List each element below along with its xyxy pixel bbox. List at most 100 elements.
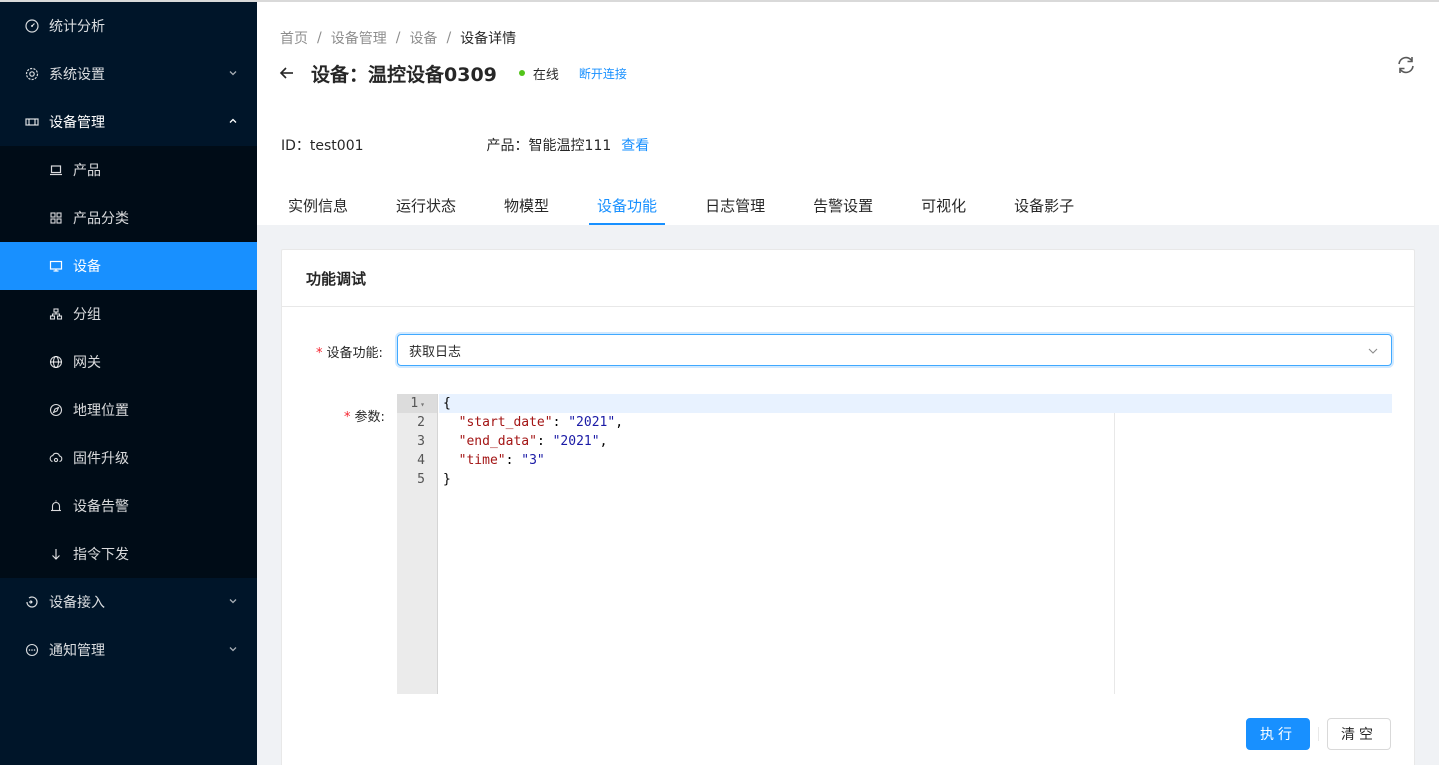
sidebar-item-firmware[interactable]: 固件升级 — [0, 434, 257, 482]
code-line: { — [439, 394, 1392, 413]
chevron-down-icon — [1368, 348, 1378, 354]
sidebar-item-label: 通知管理 — [49, 643, 105, 659]
tab-device-shadow[interactable]: 设备影子 — [1006, 188, 1082, 225]
print-margin — [1114, 413, 1115, 694]
device-info-row: ID：test001 产品：智能温控111 查看 — [281, 135, 649, 155]
line-number: 4 — [417, 453, 425, 468]
sidebar-item-device-alarm[interactable]: 设备告警 — [0, 482, 257, 530]
breadcrumb-device-management[interactable]: 设备管理 — [331, 28, 387, 48]
sidebar-item-device-access[interactable]: 设备接入 — [0, 578, 257, 626]
breadcrumb-device[interactable]: 设备 — [409, 28, 437, 48]
clear-button[interactable]: 清空 — [1327, 718, 1391, 750]
sidebar-item-label: 设备接入 — [49, 595, 105, 611]
tab-alarm-settings[interactable]: 告警设置 — [805, 188, 881, 225]
function-select-value: 获取日志 — [409, 344, 462, 360]
function-label: * 设备功能: — [316, 342, 383, 361]
dashboard-icon — [24, 18, 40, 34]
code-line: "start_date": "2021", — [458, 415, 624, 430]
sidebar-item-label: 地理位置 — [73, 403, 129, 419]
page-header: 首页 / 设备管理 / 设备 / 设备详情 设备：温控设备0309 在线 断开连… — [257, 2, 1439, 225]
sidebar-item-label: 系统设置 — [49, 67, 105, 83]
function-select[interactable]: 获取日志 — [397, 334, 1392, 366]
line-number: 2 — [417, 415, 425, 430]
sidebar-item-label: 设备管理 — [49, 115, 105, 131]
sidebar-item-label: 统计分析 — [49, 19, 105, 35]
arrow-down-icon — [48, 546, 64, 562]
refresh-icon[interactable] — [1395, 54, 1417, 76]
sidebar-item-device-management[interactable]: 设备管理 — [0, 98, 257, 146]
gear-icon — [24, 66, 40, 82]
sidebar-item-label: 产品分类 — [73, 211, 129, 227]
back-arrow-icon[interactable] — [279, 64, 297, 82]
line-number: 1 ▾ — [397, 394, 437, 413]
laptop-icon — [48, 162, 64, 178]
detail-tabs: 实例信息 运行状态 物模型 设备功能 日志管理 告警设置 可视化 设备影子 — [280, 188, 1114, 225]
page-title: 设备：温控设备0309 — [311, 63, 497, 86]
tab-thing-model[interactable]: 物模型 — [496, 188, 557, 225]
breadcrumb-device-detail: 设备详情 — [460, 31, 517, 47]
sidebar-item-product-category[interactable]: 产品分类 — [0, 194, 257, 242]
tab-log-management[interactable]: 日志管理 — [697, 188, 773, 225]
sidebar-item-group[interactable]: 分组 — [0, 290, 257, 338]
sidebar-item-notification[interactable]: 通知管理 — [0, 626, 257, 674]
tab-running-status[interactable]: 运行状态 — [388, 188, 464, 225]
sidebar-item-label: 网关 — [73, 355, 101, 371]
params-label-text: 参数: — [354, 410, 385, 425]
tab-device-function[interactable]: 设备功能 — [589, 188, 666, 225]
tab-instance-info[interactable]: 实例信息 — [280, 188, 356, 225]
apps-icon — [48, 210, 64, 226]
required-mark: * — [316, 346, 323, 361]
tab-visualization[interactable]: 可视化 — [913, 188, 974, 225]
cloud-sync-icon — [48, 450, 64, 466]
device-manage-icon — [24, 114, 40, 130]
breadcrumb: 首页 / 设备管理 / 设备 / 设备详情 — [280, 28, 516, 48]
chevron-down-icon — [229, 71, 237, 76]
editor-content[interactable]: { "start_date": "2021", "end_data": "202… — [439, 394, 1392, 489]
sidebar-item-system-settings[interactable]: 系统设置 — [0, 50, 257, 98]
sidebar-item-label: 产品 — [73, 163, 101, 179]
monitor-icon — [48, 258, 64, 274]
sidebar-item-gateway[interactable]: 网关 — [0, 338, 257, 386]
code-line: "end_data": "2021", — [458, 434, 608, 449]
disconnect-link[interactable]: 断开连接 — [579, 65, 627, 82]
chevron-down-icon — [229, 599, 237, 604]
message-icon — [24, 642, 40, 658]
cluster-icon — [48, 306, 64, 322]
params-label: * 参数: — [344, 406, 385, 425]
sidebar-item-device[interactable]: 设备 — [0, 242, 257, 290]
view-product-link[interactable]: 查看 — [621, 135, 649, 155]
status-badge: 在线 — [532, 67, 559, 83]
sidebar-item-label: 分组 — [73, 307, 101, 323]
chevron-down-icon — [229, 647, 237, 652]
line-number: 5 — [417, 472, 425, 487]
alarm-icon — [48, 498, 64, 514]
compass-icon — [48, 402, 64, 418]
execute-button[interactable]: 执行 — [1246, 718, 1310, 750]
device-id: ID：test001 — [281, 138, 364, 154]
code-line: } — [443, 472, 451, 487]
card-title: 功能调试 — [282, 250, 1414, 307]
code-line: "time": "3" — [458, 453, 545, 468]
sidebar-item-label: 指令下发 — [73, 547, 129, 563]
params-code-editor[interactable]: 1 ▾ 2 3 4 5 { "start_date": "2021", "end_… — [397, 394, 1392, 694]
sidebar-item-label: 固件升级 — [73, 451, 129, 467]
sidebar: 统计分析 系统设置 设备管理 产品 产品分类 设备 分组 网关 地理位置 固件升… — [0, 0, 257, 765]
breadcrumb-home[interactable]: 首页 — [280, 28, 308, 48]
sidebar-item-product[interactable]: 产品 — [0, 146, 257, 194]
globe-icon — [48, 354, 64, 370]
breadcrumb-separator: / — [317, 30, 322, 46]
sidebar-item-command[interactable]: 指令下发 — [0, 530, 257, 578]
sidebar-item-statistics[interactable]: 统计分析 — [0, 2, 257, 50]
editor-gutter: 1 ▾ 2 3 4 5 — [397, 394, 438, 694]
device-submenu: 产品 产品分类 设备 分组 网关 地理位置 固件升级 设备告警 指令下发 — [0, 146, 257, 578]
sidebar-item-label: 设备 — [73, 259, 101, 275]
button-divider — [1318, 727, 1319, 741]
device-product: 产品：智能温控111 — [486, 138, 612, 154]
function-debug-card: 功能调试 * 设备功能: 获取日志 * 参数: 1 ▾ 2 3 4 5 { "star… — [281, 249, 1415, 765]
title-row: 设备：温控设备0309 在线 断开连接 — [279, 59, 627, 87]
access-icon — [24, 594, 40, 610]
chevron-up-icon — [229, 118, 237, 123]
sidebar-item-location[interactable]: 地理位置 — [0, 386, 257, 434]
line-number: 3 — [417, 434, 425, 449]
required-mark: * — [344, 410, 351, 425]
